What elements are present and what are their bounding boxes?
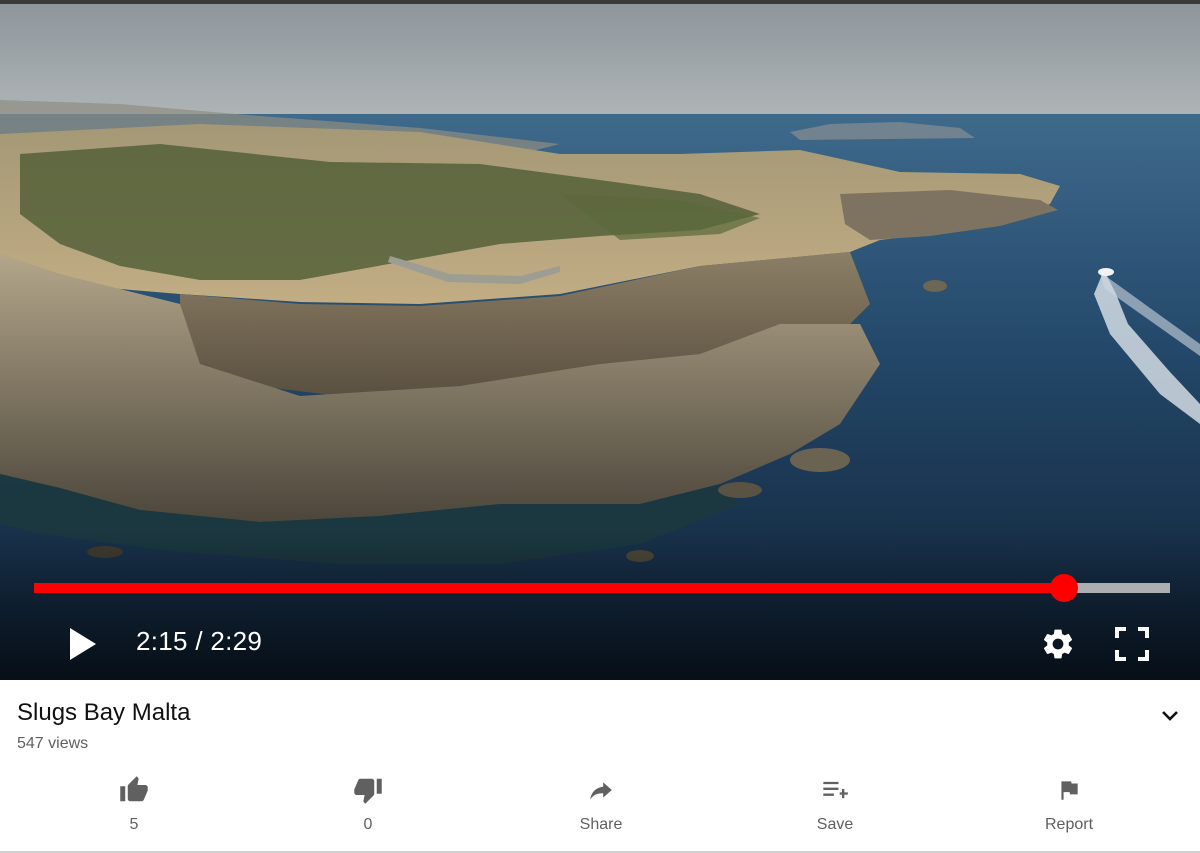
thumb-up-icon bbox=[120, 776, 148, 802]
save-label: Save bbox=[816, 816, 854, 833]
progress-played bbox=[34, 583, 1065, 593]
play-icon bbox=[70, 628, 96, 660]
settings-button[interactable] bbox=[1036, 622, 1080, 666]
duration: 2:29 bbox=[210, 626, 263, 656]
save-button[interactable]: Save bbox=[775, 772, 895, 836]
progress-bar[interactable] bbox=[34, 574, 1170, 602]
fullscreen-button[interactable] bbox=[1110, 622, 1154, 666]
save-to-playlist-icon bbox=[823, 781, 848, 799]
like-button[interactable]: 5 bbox=[74, 772, 194, 836]
time-display: 2:15 / 2:29 bbox=[136, 624, 262, 658]
report-button[interactable]: Report bbox=[1009, 772, 1129, 836]
view-count: 547 views bbox=[17, 735, 89, 752]
thumb-down-icon bbox=[354, 778, 382, 804]
fullscreen-icon bbox=[1115, 627, 1149, 661]
report-label: Report bbox=[1044, 816, 1094, 833]
chevron-down-icon bbox=[1162, 711, 1178, 721]
video-info-panel: Slugs Bay Malta 547 views 5 0 Share Save… bbox=[0, 680, 1200, 853]
share-label: Share bbox=[579, 816, 623, 833]
video-title: Slugs Bay Malta bbox=[17, 699, 191, 726]
play-button[interactable] bbox=[58, 620, 106, 668]
gear-icon bbox=[1043, 629, 1073, 659]
dislike-button[interactable]: 0 bbox=[308, 772, 428, 836]
video-player[interactable]: 2:15 / 2:29 bbox=[0, 4, 1200, 680]
expand-description-button[interactable] bbox=[1156, 702, 1184, 730]
current-time: 2:15 bbox=[136, 626, 188, 656]
like-count: 5 bbox=[129, 816, 139, 833]
dislike-count: 0 bbox=[363, 816, 373, 833]
share-icon bbox=[590, 782, 612, 800]
share-button[interactable]: Share bbox=[541, 772, 661, 836]
time-separator: / bbox=[187, 626, 211, 656]
flag-icon bbox=[1061, 781, 1078, 800]
